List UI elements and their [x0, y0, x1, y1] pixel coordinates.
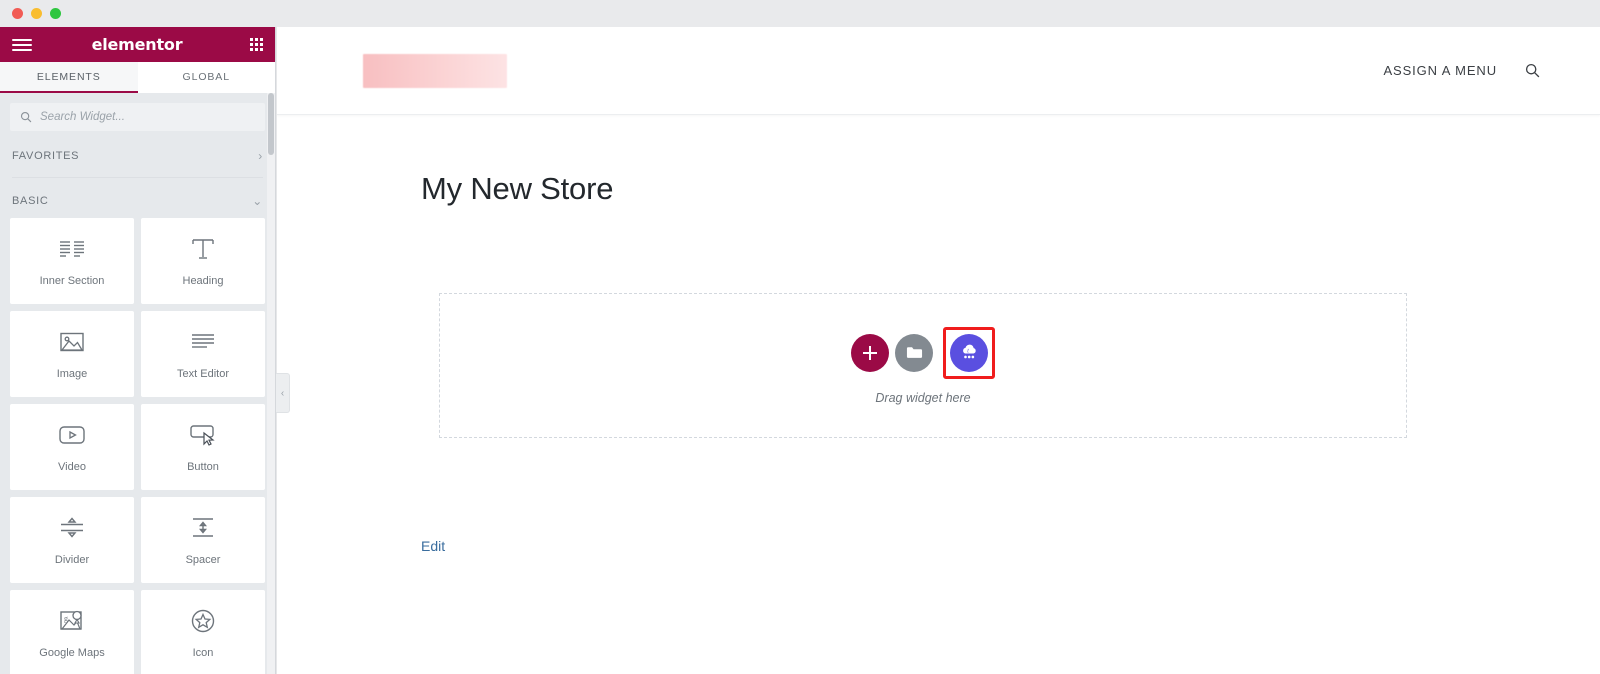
spacer-icon: [189, 514, 217, 542]
widget-heading[interactable]: Heading: [141, 218, 265, 304]
star-icon: [190, 607, 216, 635]
panel-collapse-button[interactable]: ‹: [276, 373, 290, 413]
close-window-button[interactable]: [12, 8, 23, 19]
section-favorites[interactable]: FAVORITES ›: [0, 139, 275, 173]
folder-icon: [906, 347, 922, 358]
widget-image[interactable]: Image: [10, 311, 134, 397]
ai-cloud-icon: t: [963, 344, 976, 358]
elementor-logo-text: elementor: [91, 35, 183, 54]
preview-canvas: ASSIGN A MENU My New Store t Drag widget…: [277, 27, 1600, 674]
video-icon: [58, 421, 86, 449]
widget-label: Image: [56, 368, 88, 380]
site-header: ASSIGN A MENU: [277, 27, 1600, 115]
maximize-window-button[interactable]: [50, 8, 61, 19]
elementor-editor-window: elementor ELEMENTS GLOBAL FAVORITES: [0, 0, 1600, 674]
section-favorites-label: FAVORITES: [12, 150, 80, 162]
divider-icon: [58, 514, 86, 542]
google-maps-icon: g: [58, 607, 86, 635]
widget-label: Divider: [54, 554, 90, 566]
dropzone-label: Drag widget here: [875, 390, 971, 405]
minimize-window-button[interactable]: [31, 8, 42, 19]
site-header-nav: ASSIGN A MENU: [1383, 63, 1540, 78]
search-widget-box[interactable]: [10, 103, 265, 131]
widget-label: Text Editor: [177, 368, 229, 380]
widget-dropzone[interactable]: t Drag widget here: [439, 293, 1407, 438]
tab-global[interactable]: GLOBAL: [137, 62, 275, 93]
widget-divider[interactable]: Divider: [10, 497, 134, 583]
panel-scrollbar-thumb[interactable]: [268, 93, 274, 155]
widget-label: Video: [58, 461, 86, 473]
window-traffic-lights: [12, 8, 61, 19]
section-basic-label: BASIC: [12, 195, 49, 207]
chevron-right-icon: ›: [258, 149, 263, 163]
header-search-icon[interactable]: [1525, 63, 1540, 78]
search-widget-area: [0, 93, 275, 139]
widget-label: Google Maps: [39, 647, 105, 659]
dropzone-buttons: t: [851, 326, 995, 379]
widget-label: Spacer: [185, 554, 221, 566]
heading-icon: [190, 235, 216, 263]
widget-label: Heading: [182, 275, 224, 287]
section-divider: [12, 177, 263, 178]
text-editor-icon: [189, 328, 217, 356]
widget-label: Button: [187, 461, 219, 473]
page-title: My New Store: [421, 171, 614, 206]
widget-grid: Inner Section Heading Image Text Editor …: [0, 218, 275, 674]
image-icon: [59, 328, 85, 356]
add-new-section-button[interactable]: [851, 333, 889, 372]
search-icon: [20, 111, 32, 123]
panel-header: elementor: [0, 27, 275, 62]
widget-label: Inner Section: [39, 275, 105, 287]
svg-text:g: g: [64, 614, 68, 623]
elementor-panel: elementor ELEMENTS GLOBAL FAVORITES: [0, 27, 276, 674]
add-template-button[interactable]: [895, 333, 933, 372]
plus-icon: [863, 345, 877, 360]
widget-google-maps[interactable]: g Google Maps: [10, 590, 134, 674]
panel-scrollbar[interactable]: [267, 93, 275, 674]
tab-elements[interactable]: ELEMENTS: [0, 62, 138, 93]
widget-text-editor[interactable]: Text Editor: [141, 311, 265, 397]
panel-tabs: ELEMENTS GLOBAL: [0, 62, 275, 93]
widget-spacer[interactable]: Spacer: [141, 497, 265, 583]
ai-builder-highlight: t: [943, 326, 995, 379]
widget-label: Icon: [192, 647, 214, 659]
ai-builder-button[interactable]: t: [950, 333, 988, 372]
panel-body: FAVORITES › BASIC ⌄: [0, 93, 275, 674]
widget-video[interactable]: Video: [10, 404, 134, 490]
inner-section-icon: [59, 235, 85, 263]
widget-button[interactable]: Button: [141, 404, 265, 490]
button-icon: [188, 421, 218, 449]
page-body: My New Store t Drag widget here Edit: [277, 115, 1600, 556]
window-titlebar: [0, 0, 1600, 27]
grid-apps-icon[interactable]: [250, 38, 263, 51]
assign-a-menu-link[interactable]: ASSIGN A MENU: [1383, 63, 1497, 78]
widget-inner-section[interactable]: Inner Section: [10, 218, 134, 304]
search-widget-input[interactable]: [40, 111, 255, 123]
widget-icon[interactable]: Icon: [141, 590, 265, 674]
section-basic[interactable]: BASIC ⌄: [0, 184, 275, 218]
chevron-down-icon: ⌄: [252, 194, 263, 208]
edit-link[interactable]: Edit: [421, 538, 445, 554]
site-logo-placeholder[interactable]: [363, 53, 507, 88]
